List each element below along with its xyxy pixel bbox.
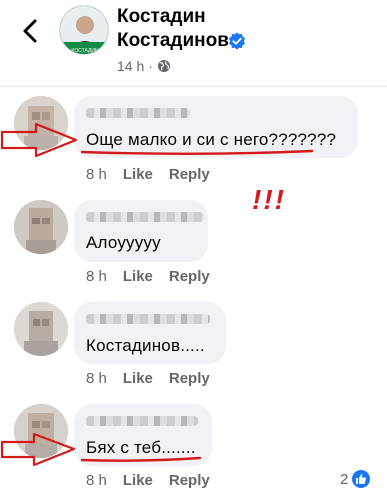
comment-time[interactable]: 8 h	[86, 370, 107, 387]
comment-time[interactable]: 8 h	[86, 472, 107, 489]
comment-actions: 8 h Like Reply	[86, 268, 210, 285]
comment-bubble[interactable]: Костадинов.....	[74, 302, 226, 364]
comment-bubble[interactable]: Бях с теб.......	[74, 404, 212, 466]
comment-bubble[interactable]: Алоууууу	[74, 200, 208, 262]
comment-actions: 8 h Like Reply	[86, 370, 210, 387]
redacted-author-name	[86, 212, 204, 222]
comment-text: Алоууууу	[86, 233, 161, 252]
reaction-count: 2	[340, 470, 349, 488]
redacted-author-name	[86, 314, 210, 324]
redacted-author-name	[86, 416, 198, 426]
globe-icon	[157, 60, 170, 72]
like-button[interactable]: Like	[123, 268, 153, 285]
comment-time[interactable]: 8 h	[86, 268, 107, 285]
thumbs-up-icon	[352, 470, 371, 488]
reaction-summary[interactable]: 2	[340, 470, 371, 488]
comment-bubble[interactable]: Още малко и си с него???????	[74, 96, 358, 158]
commenter-avatar[interactable]	[14, 200, 68, 254]
verified-badge-icon	[229, 32, 245, 50]
blurred-face-icon	[14, 404, 68, 458]
author-avatar[interactable]: КОСТАДИН	[59, 5, 109, 55]
commenter-avatar[interactable]	[14, 404, 68, 458]
like-button[interactable]: Like	[123, 370, 153, 387]
author-name[interactable]: Костадин Костадинов	[117, 5, 317, 53]
post-meta: 14 h ·	[117, 58, 171, 74]
blurred-face-icon	[14, 200, 68, 254]
reply-button[interactable]: Reply	[169, 166, 210, 183]
header-divider	[0, 86, 387, 87]
commenter-avatar[interactable]	[14, 96, 68, 150]
redacted-author-name	[86, 108, 190, 118]
reply-button[interactable]: Reply	[169, 472, 210, 489]
post-header: КОСТАДИН Костадин Костадинов 14 h ·	[0, 0, 387, 86]
meta-separator: ·	[148, 58, 153, 74]
comment-text: Бях с теб.......	[86, 438, 196, 457]
blurred-face-icon	[14, 96, 68, 150]
post-time[interactable]: 14 h	[117, 58, 144, 74]
comment-text: Още малко и си с него???????	[86, 130, 337, 149]
avatar-lettering: КОСТАДИН	[71, 48, 99, 54]
comment-actions: 8 h Like Reply	[86, 472, 210, 489]
annotation-exclamation: !!!	[252, 184, 286, 215]
blurred-face-icon	[14, 302, 68, 356]
like-button[interactable]: Like	[123, 166, 153, 183]
reply-button[interactable]: Reply	[169, 370, 210, 387]
comment-actions: 8 h Like Reply	[86, 166, 210, 183]
comment-time[interactable]: 8 h	[86, 166, 107, 183]
back-arrow-icon[interactable]	[18, 16, 42, 46]
author-photo-icon: КОСТАДИН	[60, 6, 108, 54]
like-button[interactable]: Like	[123, 472, 153, 489]
comment-text: Костадинов.....	[86, 336, 205, 355]
reply-button[interactable]: Reply	[169, 268, 210, 285]
commenter-avatar[interactable]	[14, 302, 68, 356]
